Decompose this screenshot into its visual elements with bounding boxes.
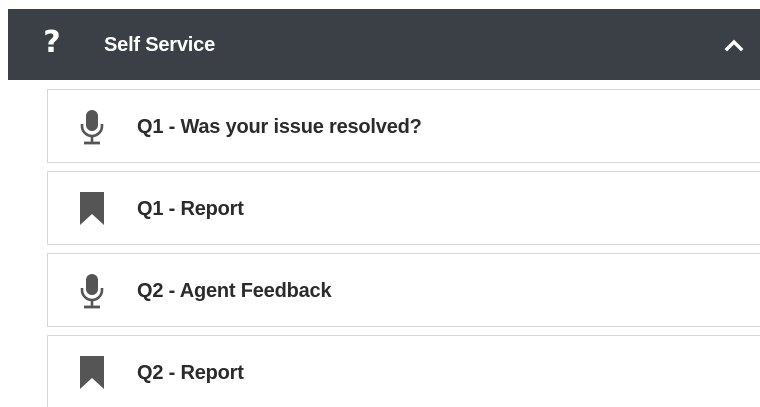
bookmark-icon: [80, 356, 104, 389]
list-item-label: Q1 - Report: [137, 198, 244, 220]
question-mark-icon: ?: [43, 25, 61, 60]
list-item-q1-report[interactable]: Q1 - Report: [47, 171, 760, 245]
list-item-q2-report[interactable]: Q2 - Report: [47, 335, 760, 407]
microphone-icon: [80, 274, 104, 309]
self-service-panel: ? Self Service Q1 - Was your issue resol…: [0, 0, 760, 407]
list-item-q1-issue-resolved[interactable]: Q1 - Was your issue resolved?: [47, 89, 760, 163]
chevron-up-icon[interactable]: [721, 35, 747, 55]
microphone-icon: [80, 110, 104, 145]
list-item-label: Q2 - Report: [137, 362, 244, 384]
section-title: Self Service: [104, 34, 216, 56]
list-item-q2-agent-feedback[interactable]: Q2 - Agent Feedback: [47, 253, 760, 327]
self-service-header[interactable]: ? Self Service: [8, 9, 760, 80]
list-item-label: Q1 - Was your issue resolved?: [137, 116, 422, 138]
bookmark-icon: [80, 192, 104, 225]
list-item-label: Q2 - Agent Feedback: [137, 280, 332, 302]
